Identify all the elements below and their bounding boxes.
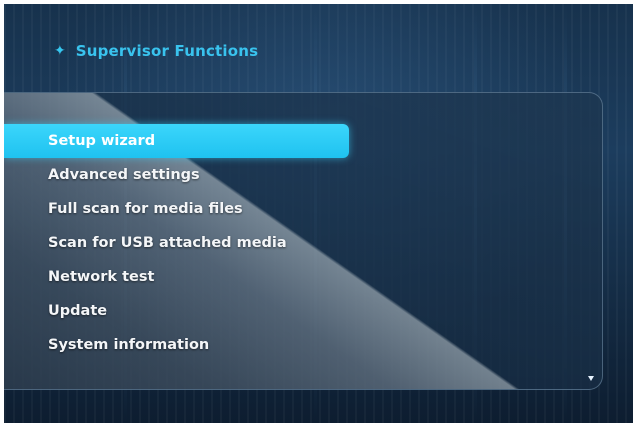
- menu-item-full-scan-media[interactable]: Full scan for media files: [4, 192, 349, 226]
- page-header: ✦ Supervisor Functions: [54, 42, 258, 60]
- menu-item-setup-wizard[interactable]: Setup wizard: [4, 124, 349, 158]
- menu-item-system-information[interactable]: System information: [4, 328, 349, 362]
- menu-item-network-test[interactable]: Network test: [4, 260, 349, 294]
- page-title: Supervisor Functions: [75, 42, 259, 60]
- scroll-down-arrow-icon[interactable]: [588, 376, 594, 381]
- menu-item-scan-usb-media[interactable]: Scan for USB attached media: [4, 226, 349, 260]
- diamond-bullet-icon: ✦: [54, 43, 66, 59]
- supervisor-menu: Setup wizard Advanced settings Full scan…: [4, 124, 349, 362]
- menu-panel: Setup wizard Advanced settings Full scan…: [4, 92, 603, 390]
- menu-item-update[interactable]: Update: [4, 294, 349, 328]
- tv-screen: ✦ Supervisor Functions Setup wizard Adva…: [4, 4, 633, 423]
- menu-item-advanced-settings[interactable]: Advanced settings: [4, 158, 349, 192]
